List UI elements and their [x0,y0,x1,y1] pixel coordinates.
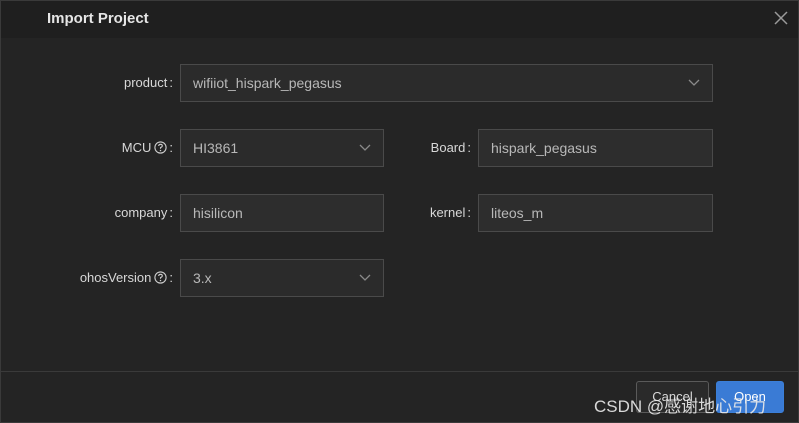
company-label-text: company [114,205,168,220]
ohos-version-value: 3.x [193,270,212,286]
kernel-value: liteos_m [491,205,544,221]
mcu-label-colon: : [169,140,173,155]
board-field[interactable]: hispark_pegasus [478,129,713,167]
product-value: wifiiot_hispark_pegasus [193,75,342,91]
product-label-text: product [124,75,168,90]
board-label: Board: [381,138,471,158]
board-value: hispark_pegasus [491,140,597,156]
mcu-label-text: MCU [121,140,152,155]
ohos-version-label-colon: : [169,270,173,285]
mcu-select[interactable]: HI3861 [180,129,384,167]
product-select[interactable]: wifiiot_hispark_pegasus [180,64,713,102]
company-label-colon: : [169,205,173,220]
board-label-text: Board [430,140,466,155]
kernel-label-colon: : [467,205,471,220]
chevron-down-icon [359,273,371,283]
company-label: company: [61,203,173,223]
dialog-footer: Cancel Open [1,372,798,422]
mcu-value: HI3861 [193,140,239,156]
kernel-field[interactable]: liteos_m [478,194,713,232]
close-icon[interactable] [771,8,791,28]
dialog-title-bar: Import Project [1,1,798,38]
cancel-button[interactable]: Cancel [636,381,709,413]
product-label-colon: : [169,75,173,90]
board-label-colon: : [467,140,471,155]
import-project-dialog: Import Project product: wifiiot_hispark_… [0,0,799,423]
kernel-label: kernel: [381,203,471,223]
open-button[interactable]: Open [716,381,784,413]
help-circle-icon[interactable] [154,140,168,154]
company-value: hisilicon [193,205,243,221]
product-label: product: [61,73,173,93]
chevron-down-icon [688,78,700,88]
help-circle-icon[interactable] [154,270,168,284]
ohos-version-label-text: ohosVersion [79,270,152,285]
company-field[interactable]: hisilicon [180,194,384,232]
mcu-label: MCU : [61,138,173,158]
ohos-version-select[interactable]: 3.x [180,259,384,297]
kernel-label-text: kernel [429,205,466,220]
chevron-down-icon [359,143,371,153]
dialog-title: Import Project [47,10,149,27]
ohos-version-label: ohosVersion : [41,268,173,288]
